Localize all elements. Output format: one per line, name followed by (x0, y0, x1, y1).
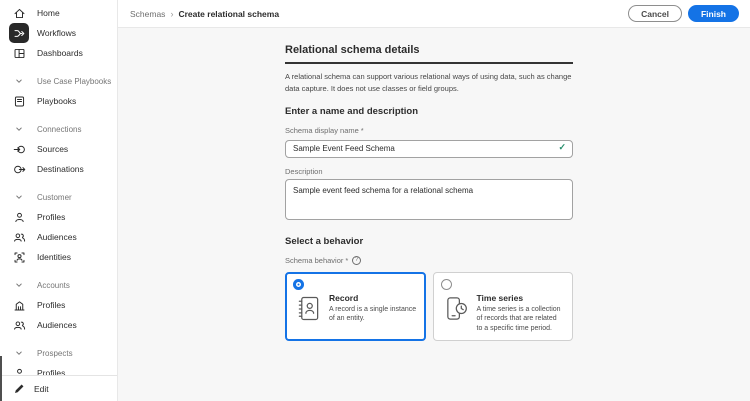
time-series-radio[interactable] (441, 279, 452, 290)
schema-behavior-label: Schema behavior * ? (285, 256, 573, 265)
sidebar: Home Workflows Dashboards Use Case Playbook… (0, 0, 118, 401)
cancel-button[interactable]: Cancel (628, 5, 682, 22)
header-actions: Cancel Finish (628, 5, 739, 22)
edit-button[interactable]: Edit (0, 375, 117, 401)
sidebar-item-home[interactable]: Home (0, 3, 117, 23)
schema-display-name-wrap: ✓ (285, 138, 573, 158)
sidebar-label: Connections (37, 125, 81, 134)
sidebar-item-profiles[interactable]: Profiles (0, 207, 117, 227)
sidebar-label: Accounts (37, 281, 70, 290)
name-section-heading: Enter a name and description (285, 106, 573, 117)
sidebar-label: Identities (37, 252, 71, 262)
sidebar-item-workflows[interactable]: Workflows (0, 23, 117, 43)
sidebar-item-playbooks[interactable]: Playbooks (0, 91, 117, 111)
pencil-icon (13, 382, 26, 395)
dashboards-icon (9, 43, 29, 63)
record-card-text: Record A record is a single instance of … (329, 293, 417, 324)
sidebar-label: Sources (37, 144, 68, 154)
sidebar-label: Audiences (37, 320, 77, 330)
sidebar-label: Playbooks (37, 96, 76, 106)
record-book-icon (296, 295, 321, 327)
main-area: Schemas › Create relational schema Cance… (118, 0, 750, 401)
playbooks-icon (9, 91, 29, 111)
record-radio[interactable] (293, 279, 304, 290)
schema-display-name-input[interactable] (285, 140, 573, 158)
chevron-down-icon (9, 119, 29, 139)
page-title: Relational schema details (285, 44, 573, 64)
time-series-card-description: A time series is a collection of records… (477, 305, 565, 334)
chevron-down-icon (9, 187, 29, 207)
sidebar-label: Prospects (37, 349, 73, 358)
behavior-section-heading: Select a behavior (285, 236, 573, 247)
workflows-icon (9, 23, 29, 43)
sidebar-section-customer[interactable]: Customer (0, 187, 117, 207)
description-textarea[interactable]: Sample event feed schema for a relationa… (285, 179, 573, 220)
chevron-down-icon (9, 71, 29, 91)
record-card[interactable]: Record A record is a single instance of … (285, 272, 426, 342)
chevron-down-icon (9, 275, 29, 295)
sidebar-nav: Home Workflows Dashboards Use Case Playbook… (0, 0, 117, 383)
valid-check-icon: ✓ (558, 142, 566, 153)
sidebar-label: Dashboards (37, 48, 83, 58)
sidebar-scrollbar[interactable] (0, 356, 2, 401)
time-series-card-text: Time series A time series is a collectio… (477, 293, 565, 334)
sidebar-item-sources[interactable]: Sources (0, 139, 117, 159)
required-marker: * (345, 256, 348, 265)
behavior-cards: Record A record is a single instance of … (285, 272, 573, 342)
time-series-card-body: Time series A time series is a collectio… (444, 293, 565, 334)
sidebar-section-use-case-playbooks[interactable]: Use Case Playbooks (0, 71, 117, 91)
sidebar-item-profiles[interactable]: Profiles (0, 295, 117, 315)
breadcrumb-separator-icon: › (170, 9, 173, 19)
record-card-title: Record (329, 293, 417, 303)
audiences-icon (9, 227, 29, 247)
sidebar-label: Profiles (37, 212, 65, 222)
sidebar-label: Profiles (37, 300, 65, 310)
record-card-description: A record is a single instance of an enti… (329, 305, 417, 324)
breadcrumb-current: Create relational schema (178, 9, 279, 19)
content-area: Relational schema details A relational s… (118, 28, 750, 401)
sidebar-label: Workflows (37, 28, 76, 38)
schema-display-name-label-text: Schema display name (285, 126, 359, 135)
schema-display-name-label: Schema display name * (285, 126, 573, 135)
sidebar-item-audiences[interactable]: Audiences (0, 227, 117, 247)
sidebar-section-prospects[interactable]: Prospects (0, 343, 117, 363)
profile-icon (9, 207, 29, 227)
finish-button[interactable]: Finish (688, 5, 739, 22)
edit-label: Edit (34, 384, 49, 394)
time-series-card[interactable]: Time series A time series is a collectio… (433, 272, 574, 342)
sidebar-label: Audiences (37, 232, 77, 242)
sidebar-item-dashboards[interactable]: Dashboards (0, 43, 117, 63)
schema-behavior-label-text: Schema behavior (285, 256, 343, 265)
device-clock-icon (444, 295, 469, 327)
sidebar-item-audiences[interactable]: Audiences (0, 315, 117, 335)
sidebar-label: Use Case Playbooks (37, 77, 111, 86)
sidebar-label: Home (37, 8, 60, 18)
destinations-icon (9, 159, 29, 179)
sidebar-item-destinations[interactable]: Destinations (0, 159, 117, 179)
breadcrumb: Schemas › Create relational schema (130, 9, 279, 19)
sidebar-section-accounts[interactable]: Accounts (0, 275, 117, 295)
form-column: Relational schema details A relational s… (285, 44, 573, 341)
sidebar-label: Customer (37, 193, 72, 202)
sidebar-section-connections[interactable]: Connections (0, 119, 117, 139)
breadcrumb-schemas-link[interactable]: Schemas (130, 9, 165, 19)
help-icon[interactable]: ? (352, 256, 361, 265)
sources-icon (9, 139, 29, 159)
building-icon (9, 295, 29, 315)
required-marker: * (361, 126, 364, 135)
sidebar-item-identities[interactable]: Identities (0, 247, 117, 267)
description-label-text: Description (285, 167, 323, 176)
home-icon (9, 3, 29, 23)
intro-text: A relational schema can support various … (285, 71, 573, 95)
description-label: Description (285, 167, 573, 176)
identities-icon (9, 247, 29, 267)
time-series-card-title: Time series (477, 293, 565, 303)
sidebar-label: Destinations (37, 164, 84, 174)
top-bar: Schemas › Create relational schema Cance… (118, 0, 750, 28)
record-card-body: Record A record is a single instance of … (296, 293, 417, 327)
audiences-icon (9, 315, 29, 335)
chevron-down-icon (9, 343, 29, 363)
